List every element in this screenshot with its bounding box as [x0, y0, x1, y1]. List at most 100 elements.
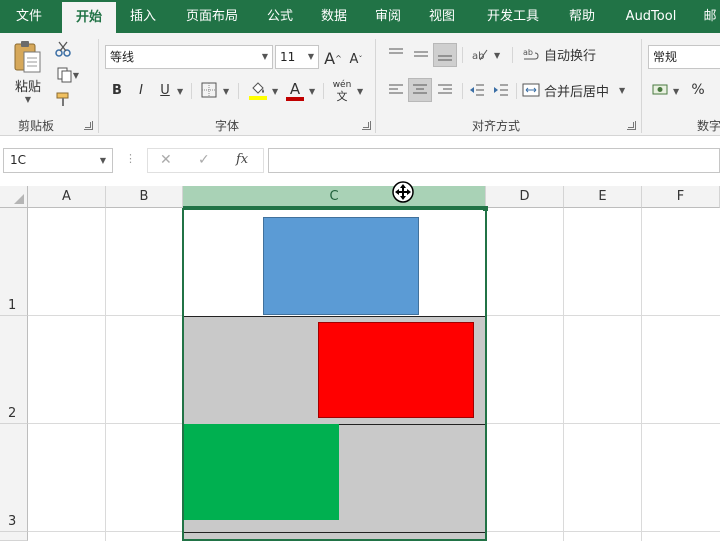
wrap-text-label: 自动换行: [544, 48, 597, 64]
ribbon-separator: [238, 83, 239, 99]
decrease-font-size-button[interactable]: Aˇ: [347, 49, 365, 69]
ribbon-separator: [462, 47, 463, 63]
shrink-font-label: A: [349, 51, 359, 67]
column-header-d[interactable]: D: [486, 186, 564, 208]
top-align-button[interactable]: [384, 43, 408, 65]
borders-dropdown-icon[interactable]: ▼: [223, 87, 229, 96]
column-header-e[interactable]: E: [564, 186, 642, 208]
ribbon-separator: [462, 83, 463, 99]
tab-developer[interactable]: 开发工具: [476, 0, 550, 33]
row-header-3[interactable]: 3: [0, 424, 28, 532]
orientation-button[interactable]: ab: [468, 43, 492, 65]
number-format-value: 常规: [653, 50, 678, 64]
decrease-indent-button[interactable]: [466, 79, 488, 101]
font-name-select[interactable]: 等线 ▼: [105, 45, 273, 69]
font-dialog-launcher-icon[interactable]: [362, 121, 371, 130]
align-left-button[interactable]: [384, 79, 408, 101]
column-header-f[interactable]: F: [642, 186, 720, 208]
alignment-dialog-launcher-icon[interactable]: [627, 121, 636, 130]
tab-file[interactable]: 文件: [0, 0, 58, 33]
fill-handle[interactable]: [483, 206, 488, 211]
format-painter-button[interactable]: [52, 89, 74, 109]
bottom-align-button[interactable]: [433, 43, 457, 67]
tab-page-layout[interactable]: 页面布局: [176, 0, 248, 33]
increase-font-size-button[interactable]: A ^: [323, 47, 343, 69]
cut-button[interactable]: [52, 39, 74, 59]
wrap-text-button[interactable]: ab 自动换行: [522, 43, 622, 65]
phonetic-dropdown-icon[interactable]: ▼: [357, 87, 363, 96]
tab-audtool[interactable]: AudTool: [614, 0, 688, 33]
tab-view[interactable]: 视图: [420, 0, 464, 33]
number-format-select[interactable]: 常规: [648, 45, 720, 69]
blue-rectangle[interactable]: [263, 217, 419, 315]
currency-icon: [652, 84, 668, 95]
name-box[interactable]: 1C ▼: [3, 148, 113, 173]
green-rectangle[interactable]: [184, 424, 339, 520]
red-rectangle[interactable]: [318, 322, 474, 418]
cell-c4[interactable]: [183, 532, 486, 541]
accounting-format-button[interactable]: [650, 79, 672, 101]
enter-icon[interactable]: ✓: [198, 152, 210, 168]
middle-align-button[interactable]: [409, 43, 433, 65]
font-size-select[interactable]: 11 ▼: [275, 45, 319, 69]
font-color-dropdown-icon[interactable]: ▼: [309, 87, 315, 96]
align-center-icon: [413, 84, 427, 94]
tab-insert[interactable]: 插入: [120, 0, 166, 33]
font-color-button[interactable]: A: [284, 79, 306, 103]
underline-dropdown-icon[interactable]: ▼: [177, 87, 183, 96]
accounting-dropdown-icon[interactable]: ▼: [673, 87, 679, 96]
column-header-a[interactable]: A: [28, 186, 106, 208]
chevron-down-icon: ▼: [307, 52, 314, 61]
number-group-label: 数字: [697, 119, 720, 133]
tab-data[interactable]: 数据: [312, 0, 356, 33]
formula-input[interactable]: [268, 148, 720, 173]
increase-indent-button[interactable]: [490, 79, 512, 101]
gridline: [563, 208, 564, 541]
bold-button[interactable]: B: [107, 79, 127, 101]
paint-bucket-icon: [252, 82, 264, 94]
column-header-c[interactable]: C: [183, 186, 486, 208]
fill-color-dropdown-icon[interactable]: ▼: [272, 87, 278, 96]
paste-dropdown-icon[interactable]: ▼: [25, 95, 31, 104]
tab-formulas[interactable]: 公式: [258, 0, 302, 33]
merge-center-button[interactable]: 合并后居中 ▼: [522, 79, 632, 101]
row-header-2[interactable]: 2: [0, 316, 28, 424]
phonetic-bottom-label: 文: [336, 90, 348, 103]
copy-dropdown-icon[interactable]: ▼: [73, 71, 79, 80]
select-all-button[interactable]: [0, 186, 28, 208]
borders-button[interactable]: [198, 79, 220, 101]
drag-handle-icon[interactable]: ⋮: [125, 152, 136, 165]
insert-function-icon[interactable]: fx: [236, 152, 248, 167]
font-color-swatch: [286, 97, 304, 101]
merge-center-label: 合并后居中: [544, 84, 610, 100]
clipboard-dialog-launcher-icon[interactable]: [84, 121, 93, 130]
tab-home[interactable]: 开始: [62, 0, 116, 33]
format-painter-icon: [56, 92, 69, 106]
italic-button[interactable]: I: [131, 79, 151, 101]
align-right-button[interactable]: [433, 79, 457, 101]
percent-style-button[interactable]: %: [688, 79, 708, 101]
font-name-value: 等线: [110, 50, 135, 64]
decrease-indent-icon: [470, 84, 484, 96]
cancel-icon[interactable]: ✕: [160, 152, 172, 168]
fill-color-button[interactable]: [246, 79, 270, 103]
formula-buttons: ✕ ✓ fx: [147, 148, 264, 173]
underline-button[interactable]: U: [155, 79, 175, 101]
tab-help[interactable]: 帮助: [560, 0, 604, 33]
tab-mail[interactable]: 邮: [700, 0, 720, 33]
paste-button[interactable]: 粘贴 ▼: [8, 39, 48, 105]
merge-dropdown-icon[interactable]: ▼: [619, 86, 625, 95]
row-header-4[interactable]: [0, 532, 28, 541]
copy-button[interactable]: ▼: [52, 65, 84, 85]
chevron-down-icon: ▼: [99, 156, 106, 165]
clipboard-group-label: 剪贴板: [18, 119, 55, 133]
font-size-value: 11: [280, 50, 296, 64]
align-center-button[interactable]: [408, 78, 432, 102]
text-orientation-icon: ab: [472, 49, 488, 62]
phonetic-guide-button[interactable]: wén 文: [330, 77, 354, 105]
row-header-1[interactable]: 1: [0, 208, 28, 316]
tab-review[interactable]: 审阅: [366, 0, 410, 33]
paste-label: 粘贴: [14, 80, 41, 95]
orientation-dropdown-icon[interactable]: ▼: [494, 51, 500, 60]
column-header-b[interactable]: B: [106, 186, 183, 208]
